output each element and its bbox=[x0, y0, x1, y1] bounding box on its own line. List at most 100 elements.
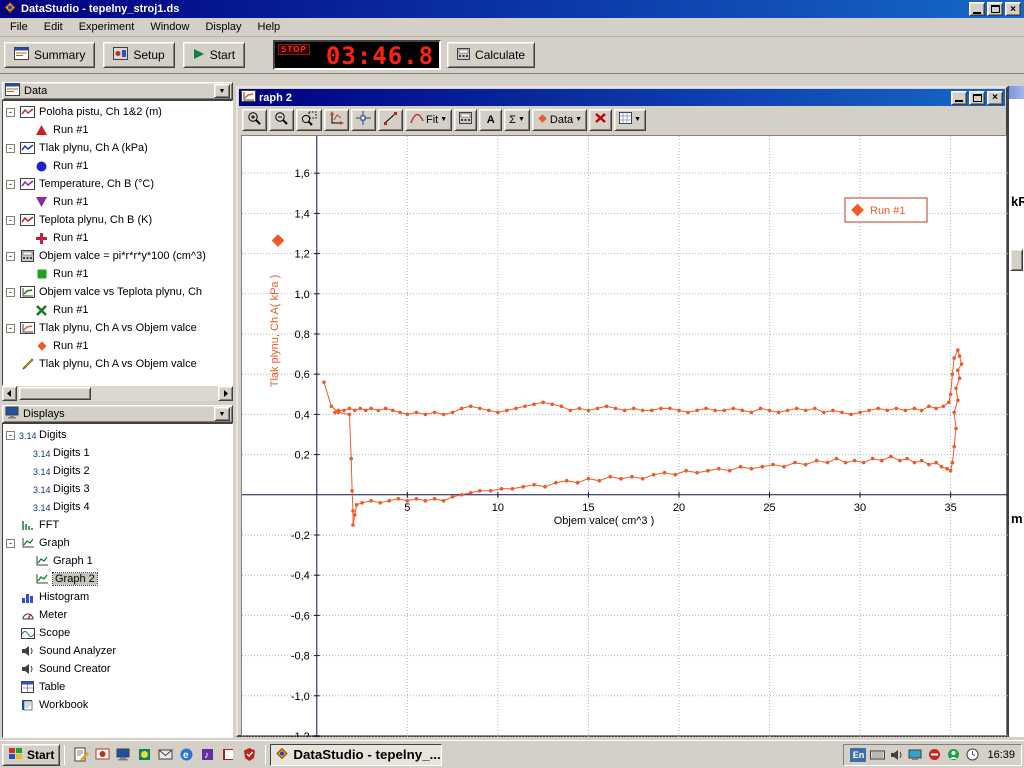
mail-icon[interactable] bbox=[156, 746, 174, 764]
data-tree-item[interactable]: -Poloha pistu, Ch 1&2 (m) bbox=[3, 103, 232, 121]
displays-tree-item[interactable]: Graph 1 bbox=[3, 552, 232, 570]
task-button-datastudio[interactable]: DataStudio - tepelny_... bbox=[270, 744, 442, 766]
data-tree-run[interactable]: Run #1 bbox=[3, 229, 232, 247]
antivirus-icon[interactable] bbox=[926, 747, 942, 763]
language-indicator[interactable]: En bbox=[850, 748, 866, 762]
displays-tree-item[interactable]: 3.14Digits 2 bbox=[3, 462, 232, 480]
menu-item-experiment[interactable]: Experiment bbox=[71, 19, 143, 35]
graph-title-bar[interactable]: raph 2 × bbox=[239, 89, 1005, 106]
fit-menu-button[interactable]: Fit▼ bbox=[405, 109, 452, 131]
settings-menu-button[interactable]: ▼ bbox=[614, 109, 646, 131]
calculate-button[interactable]: Calculate bbox=[447, 42, 535, 68]
title-bar[interactable]: DataStudio - tepelny_stroj1.ds × bbox=[0, 0, 1024, 18]
close-button[interactable]: × bbox=[1005, 2, 1021, 16]
menu-item-display[interactable]: Display bbox=[197, 19, 249, 35]
chart[interactable]: 1,61,41,21,00,80,60,40,2-0,2-0,4-0,6-0,8… bbox=[242, 136, 1008, 737]
displays-tree-item[interactable]: Meter bbox=[3, 606, 232, 624]
tree-expander[interactable]: - bbox=[6, 216, 15, 225]
start-menu-button[interactable]: Start bbox=[2, 744, 60, 766]
displays-tree-item[interactable]: 3.14Digits 3 bbox=[3, 480, 232, 498]
tree-expander[interactable]: - bbox=[6, 539, 15, 548]
security-icon[interactable] bbox=[240, 746, 258, 764]
desktop-icon[interactable] bbox=[114, 746, 132, 764]
displays-tree-item[interactable]: Workbook bbox=[3, 696, 232, 714]
slope-tool-button[interactable] bbox=[378, 109, 403, 131]
menu-item-file[interactable]: File bbox=[2, 19, 36, 35]
minimize-button[interactable] bbox=[969, 2, 985, 16]
displays-tree-item[interactable]: Graph 2 bbox=[3, 570, 232, 588]
media-player-icon[interactable]: ♪ bbox=[198, 746, 216, 764]
svg-text:3.14: 3.14 bbox=[33, 503, 50, 513]
data-tree-item[interactable]: -Temperature, Ch B (°C) bbox=[3, 175, 232, 193]
displays-tree-item[interactable]: Histogram bbox=[3, 588, 232, 606]
remove-button[interactable] bbox=[589, 109, 612, 131]
menu-item-window[interactable]: Window bbox=[142, 19, 197, 35]
smart-tool-button[interactable] bbox=[351, 109, 376, 131]
data-tree-item[interactable]: -Objem valce = pi*r*r*y*100 (cm^3) bbox=[3, 247, 232, 265]
data-tree-item[interactable]: -Tlak plynu, Ch A vs Objem valce bbox=[3, 319, 232, 337]
messenger-icon[interactable] bbox=[945, 747, 961, 763]
edit-document-icon[interactable] bbox=[72, 746, 90, 764]
data-tree-run[interactable]: Run #1 bbox=[3, 157, 232, 175]
statistics-menu-button[interactable]: Σ▼ bbox=[504, 109, 530, 131]
scroll-left-button[interactable] bbox=[2, 386, 17, 401]
displays-panel-header[interactable]: Displays ▼ bbox=[2, 405, 233, 423]
data-tree-run[interactable]: Run #1 bbox=[3, 121, 232, 139]
graph-maximize-button[interactable] bbox=[969, 91, 985, 105]
scheduler-icon[interactable] bbox=[964, 747, 980, 763]
scale-to-fit-button[interactable] bbox=[324, 109, 349, 131]
text-annotation-button[interactable]: A bbox=[479, 109, 502, 131]
menu-item-help[interactable]: Help bbox=[250, 19, 289, 35]
tree-expander[interactable]: - bbox=[6, 108, 15, 117]
book-icon[interactable] bbox=[219, 746, 237, 764]
data-tree-run[interactable]: Run #1 bbox=[3, 193, 232, 211]
tree-expander[interactable]: - bbox=[6, 288, 15, 297]
data-tree-run[interactable]: Run #1 bbox=[3, 337, 232, 355]
scroll-thumb[interactable] bbox=[19, 387, 91, 400]
displays-tree-item[interactable]: Sound Analyzer bbox=[3, 642, 232, 660]
data-tree-hscrollbar[interactable] bbox=[2, 386, 233, 401]
displays-tree-item[interactable]: -Graph bbox=[3, 534, 232, 552]
data-tree-item[interactable]: -Tlak plynu, Ch A (kPa) bbox=[3, 139, 232, 157]
data-menu-button[interactable]: Data▼ bbox=[532, 109, 587, 131]
data-tree-item[interactable]: Tlak plynu, Ch A vs Objem valce bbox=[3, 355, 232, 373]
display-settings-icon[interactable] bbox=[907, 747, 923, 763]
start-button-toolbar[interactable]: Start bbox=[183, 42, 245, 68]
scroll-right-button[interactable] bbox=[218, 386, 233, 401]
volume-icon[interactable] bbox=[888, 747, 904, 763]
displays-tree-item[interactable]: 3.14Digits 4 bbox=[3, 498, 232, 516]
tree-expander[interactable]: - bbox=[6, 180, 15, 189]
tree-expander[interactable]: - bbox=[6, 144, 15, 153]
zoom-select-button[interactable] bbox=[296, 109, 322, 131]
graph-minimize-button[interactable] bbox=[951, 91, 967, 105]
displays-tree-item[interactable]: FFT bbox=[3, 516, 232, 534]
displays-tree-item[interactable]: -3.14Digits bbox=[3, 426, 232, 444]
tree-expander[interactable]: - bbox=[6, 324, 15, 333]
maximize-button[interactable] bbox=[987, 2, 1003, 16]
setup-button[interactable]: Setup bbox=[103, 42, 174, 68]
viewer-icon[interactable] bbox=[93, 746, 111, 764]
displays-tree-item[interactable]: Scope bbox=[3, 624, 232, 642]
keyboard-icon[interactable] bbox=[869, 747, 885, 763]
zoom-out-button[interactable] bbox=[269, 109, 294, 131]
data-tree-run[interactable]: Run #1 bbox=[3, 301, 232, 319]
data-panel-header[interactable]: Data ▼ bbox=[2, 82, 233, 100]
data-tree-item[interactable]: -Teplota plynu, Ch B (K) bbox=[3, 211, 232, 229]
zoom-in-button[interactable] bbox=[242, 109, 267, 131]
displays-tree-item[interactable]: Table bbox=[3, 678, 232, 696]
displays-panel-dropdown[interactable]: ▼ bbox=[214, 407, 230, 421]
summary-button[interactable]: Summary bbox=[4, 42, 95, 68]
data-panel-dropdown[interactable]: ▼ bbox=[214, 84, 230, 98]
tree-expander[interactable]: - bbox=[6, 431, 15, 440]
data-tree-item[interactable]: -Objem valce vs Teplota plynu, Ch bbox=[3, 283, 232, 301]
graph-close-button[interactable]: × bbox=[987, 91, 1003, 105]
displays-tree-item[interactable]: Sound Creator bbox=[3, 660, 232, 678]
tree-expander[interactable]: - bbox=[6, 252, 15, 261]
menu-item-edit[interactable]: Edit bbox=[36, 19, 71, 35]
browser-icon[interactable]: e bbox=[177, 746, 195, 764]
displays-tree-item[interactable]: 3.14Digits 1 bbox=[3, 444, 232, 462]
data-tree-run[interactable]: Run #1 bbox=[3, 265, 232, 283]
channels-icon[interactable] bbox=[135, 746, 153, 764]
plot-area[interactable]: 1,61,41,21,00,80,60,40,2-0,2-0,4-0,6-0,8… bbox=[241, 135, 1007, 736]
calculate-button[interactable] bbox=[454, 109, 477, 131]
